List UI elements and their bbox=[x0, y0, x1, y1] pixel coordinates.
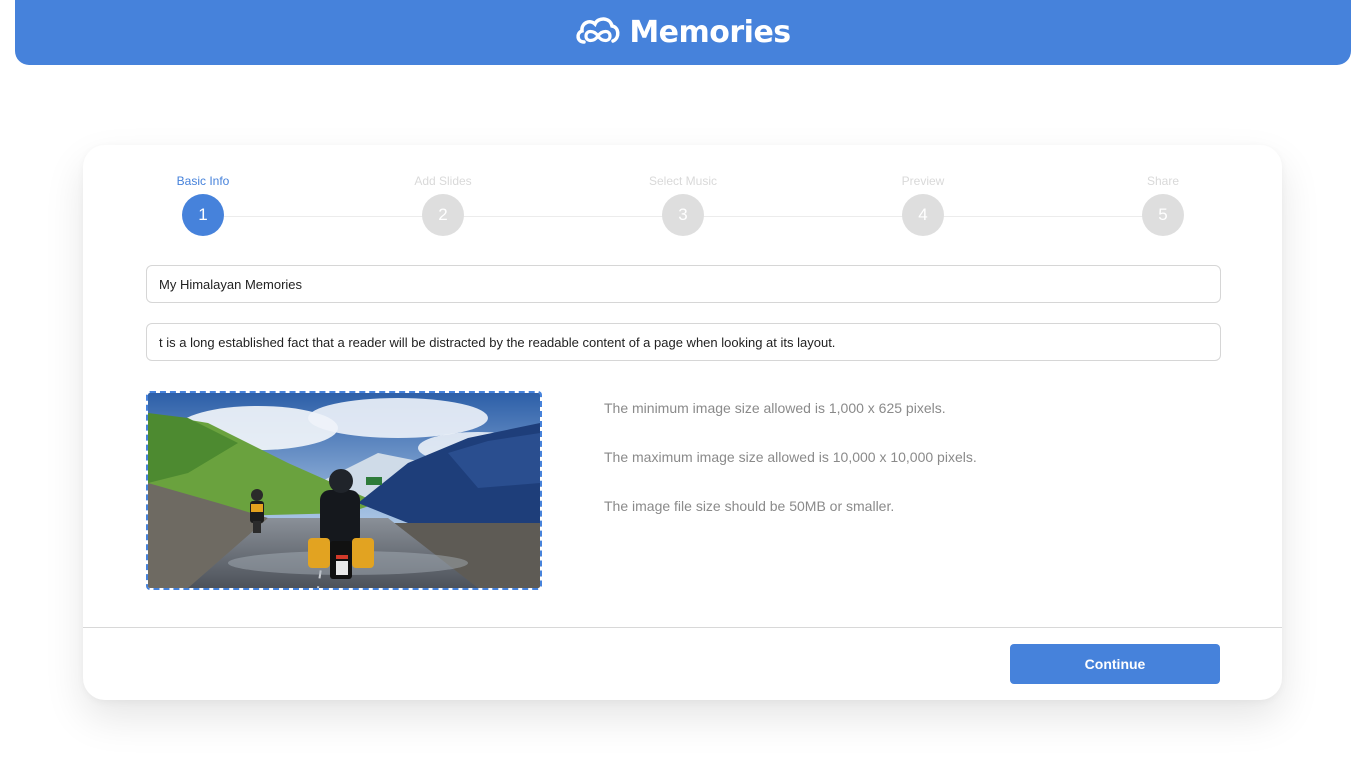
progress-stepper: Basic Info 1 Add Slides 2 Select Music 3… bbox=[83, 145, 1282, 255]
image-requirements: The minimum image size allowed is 1,000 … bbox=[604, 400, 1164, 547]
brand-name: Memories bbox=[629, 15, 791, 50]
step-label: Share bbox=[1146, 174, 1180, 188]
step-number: 5 bbox=[1142, 194, 1184, 236]
step-preview[interactable]: Preview 4 bbox=[863, 174, 983, 236]
step-label: Preview bbox=[901, 174, 945, 188]
step-add-slides[interactable]: Add Slides 2 bbox=[383, 174, 503, 236]
step-number: 1 bbox=[182, 194, 224, 236]
image-dropzone[interactable] bbox=[146, 391, 542, 590]
max-size-rule: The maximum image size allowed is 10,000… bbox=[604, 449, 977, 465]
step-number: 2 bbox=[422, 194, 464, 236]
step-label: Add Slides bbox=[414, 174, 472, 188]
step-basic-info[interactable]: Basic Info 1 bbox=[143, 174, 263, 236]
step-number: 4 bbox=[902, 194, 944, 236]
brand-logo[interactable]: Memories bbox=[575, 14, 791, 51]
continue-button[interactable]: Continue bbox=[1010, 644, 1220, 684]
cloud-infinity-icon bbox=[575, 14, 621, 51]
motorcycle-mountain-photo bbox=[148, 393, 540, 588]
description-input[interactable] bbox=[146, 323, 1221, 361]
step-select-music[interactable]: Select Music 3 bbox=[623, 174, 743, 236]
title-input[interactable] bbox=[146, 265, 1221, 303]
footer-divider bbox=[83, 627, 1282, 628]
step-share[interactable]: Share 5 bbox=[1103, 174, 1223, 236]
step-number: 3 bbox=[662, 194, 704, 236]
file-size-rule: The image file size should be 50MB or sm… bbox=[604, 498, 895, 514]
create-memory-card: Basic Info 1 Add Slides 2 Select Music 3… bbox=[83, 145, 1282, 700]
min-size-rule: The minimum image size allowed is 1,000 … bbox=[604, 400, 946, 416]
step-label: Select Music bbox=[648, 174, 718, 188]
step-label: Basic Info bbox=[176, 174, 230, 188]
top-bar: Memories bbox=[15, 0, 1351, 65]
